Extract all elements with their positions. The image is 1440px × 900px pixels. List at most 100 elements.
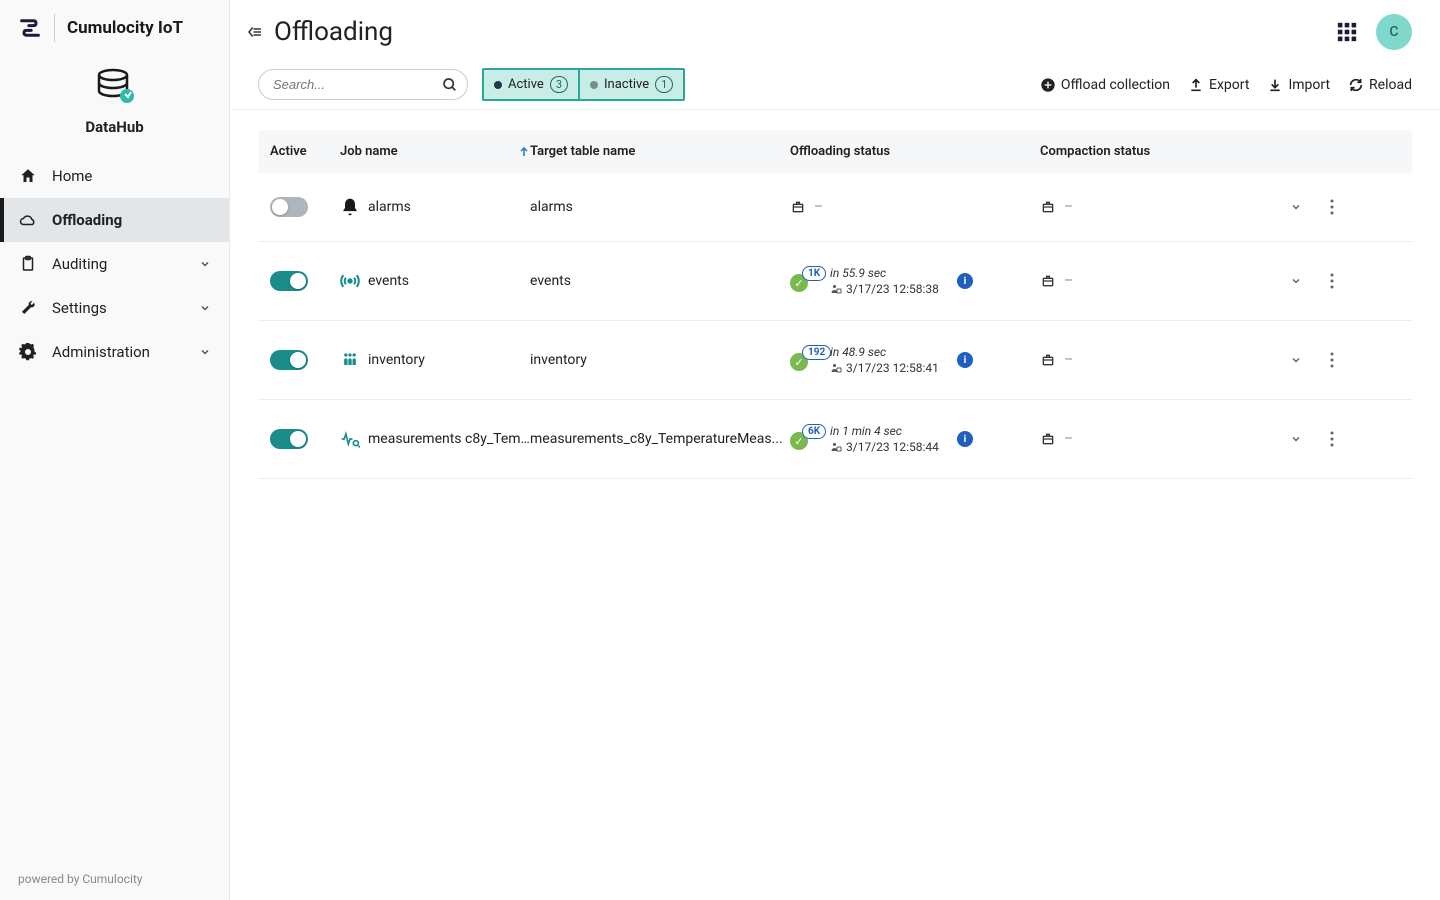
col-job[interactable]: Job name xyxy=(340,144,530,159)
collapse-sidebar-icon[interactable] xyxy=(246,23,264,41)
target-name: inventory xyxy=(530,352,790,368)
nav-offloading[interactable]: Offloading xyxy=(0,198,229,242)
filter-pills: Active 3 Inactive 1 xyxy=(482,68,685,101)
brand-name: Cumulocity IoT xyxy=(67,18,183,38)
target-name: events xyxy=(530,273,790,289)
export-label: Export xyxy=(1209,77,1249,93)
dot-icon xyxy=(494,81,502,89)
expand-row[interactable] xyxy=(1290,275,1330,287)
expand-row[interactable] xyxy=(1290,354,1330,366)
active-toggle[interactable] xyxy=(270,197,308,217)
job-name: measurements c8y_Temp... xyxy=(368,431,530,447)
status-dash: – xyxy=(1064,431,1073,447)
plus-circle-icon xyxy=(1040,77,1056,93)
upload-icon xyxy=(1188,77,1204,93)
box-icon xyxy=(1040,431,1056,447)
apps-grid-icon[interactable] xyxy=(1336,21,1358,43)
status-count: 1K xyxy=(802,266,826,281)
filter-inactive-label: Inactive xyxy=(604,77,649,92)
chevron-down-icon xyxy=(199,302,211,314)
toolbar: Active 3 Inactive 1 Offload collection E… xyxy=(230,60,1440,110)
search-input[interactable] xyxy=(258,69,468,100)
box-icon xyxy=(1040,352,1056,368)
export-button[interactable]: Export xyxy=(1188,77,1249,93)
box-icon xyxy=(790,199,806,215)
col-offstatus[interactable]: Offloading status xyxy=(790,144,1040,159)
status-timestamp: 3/17/23 12:58:41 xyxy=(830,361,939,375)
expand-row[interactable] xyxy=(1290,433,1330,445)
clipboard-icon xyxy=(18,254,38,274)
reload-button[interactable]: Reload xyxy=(1348,77,1412,93)
row-more-menu[interactable] xyxy=(1330,352,1360,368)
nav-settings-label: Settings xyxy=(52,299,107,317)
nav-home[interactable]: Home xyxy=(0,154,229,198)
info-icon[interactable]: i xyxy=(957,352,973,368)
nav-administration[interactable]: Administration xyxy=(0,330,229,374)
status-dash: – xyxy=(1064,273,1073,289)
row-more-menu[interactable] xyxy=(1330,199,1360,215)
table-row: eventsevents✓1Kin 55.9 sec 3/17/23 12:58… xyxy=(258,242,1412,321)
table-row: alarmsalarms–– xyxy=(258,173,1412,242)
target-name: alarms xyxy=(530,199,790,215)
row-more-menu[interactable] xyxy=(1330,431,1360,447)
expand-row[interactable] xyxy=(1290,201,1330,213)
col-compstatus[interactable]: Compaction status xyxy=(1040,144,1290,159)
job-name: events xyxy=(368,273,409,289)
avatar[interactable]: C xyxy=(1376,14,1412,50)
reload-label: Reload xyxy=(1369,77,1412,93)
table-row: inventoryinventory✓192in 48.9 sec 3/17/2… xyxy=(258,321,1412,400)
nav-home-label: Home xyxy=(52,167,92,185)
filter-inactive[interactable]: Inactive 1 xyxy=(578,70,683,99)
footer-text: powered by Cumulocity xyxy=(0,858,229,900)
status-timestamp: 3/17/23 12:58:38 xyxy=(830,282,939,296)
avatar-initial: C xyxy=(1389,24,1398,40)
brand-divider xyxy=(54,14,55,42)
page-title: Offloading xyxy=(274,17,393,47)
col-job-label: Job name xyxy=(340,144,398,159)
nav-administration-label: Administration xyxy=(52,343,150,361)
search-icon[interactable] xyxy=(442,77,458,93)
product-name: DataHub xyxy=(0,118,229,136)
people-icon xyxy=(340,350,360,370)
nav-offloading-label: Offloading xyxy=(52,211,122,229)
status-duration: in 55.9 sec xyxy=(830,266,939,280)
col-target[interactable]: Target table name xyxy=(530,144,790,159)
filter-inactive-count: 1 xyxy=(655,76,673,93)
jobs-table: Active Job name Target table name Offloa… xyxy=(258,130,1412,479)
status-badge: ✓6K xyxy=(790,428,820,450)
info-icon[interactable]: i xyxy=(957,431,973,447)
table-header: Active Job name Target table name Offloa… xyxy=(258,130,1412,173)
nav-auditing[interactable]: Auditing xyxy=(0,242,229,286)
offload-collection-button[interactable]: Offload collection xyxy=(1040,77,1170,93)
col-active[interactable]: Active xyxy=(270,144,340,159)
filter-active-label: Active xyxy=(508,77,544,92)
box-icon xyxy=(1040,199,1056,215)
dot-icon xyxy=(590,81,598,89)
box-icon xyxy=(1040,273,1056,289)
reload-icon xyxy=(1348,77,1364,93)
import-label: Import xyxy=(1288,77,1330,93)
active-toggle[interactable] xyxy=(270,350,308,370)
status-badge: ✓1K xyxy=(790,270,820,292)
sidebar: Cumulocity IoT DataHub Home Offloading A… xyxy=(0,0,230,900)
job-name: inventory xyxy=(368,352,425,368)
topbar: Offloading C xyxy=(230,0,1440,60)
active-toggle[interactable] xyxy=(270,429,308,449)
wrench-icon xyxy=(18,298,38,318)
status-dash: – xyxy=(1064,352,1073,368)
import-button[interactable]: Import xyxy=(1267,77,1330,93)
nav-settings[interactable]: Settings xyxy=(0,286,229,330)
sort-asc-icon[interactable] xyxy=(518,145,530,159)
toolbar-actions: Offload collection Export Import Reload xyxy=(1040,77,1412,93)
download-icon xyxy=(1267,77,1283,93)
job-name: alarms xyxy=(368,199,411,215)
status-dash: – xyxy=(1064,199,1073,215)
main: Offloading C Active 3 xyxy=(230,0,1440,900)
filter-active[interactable]: Active 3 xyxy=(484,70,578,99)
row-more-menu[interactable] xyxy=(1330,273,1360,289)
active-toggle[interactable] xyxy=(270,271,308,291)
info-icon[interactable]: i xyxy=(957,273,973,289)
search-box xyxy=(258,69,468,100)
status-duration: in 1 min 4 sec xyxy=(830,424,939,438)
offload-collection-label: Offload collection xyxy=(1061,77,1170,93)
